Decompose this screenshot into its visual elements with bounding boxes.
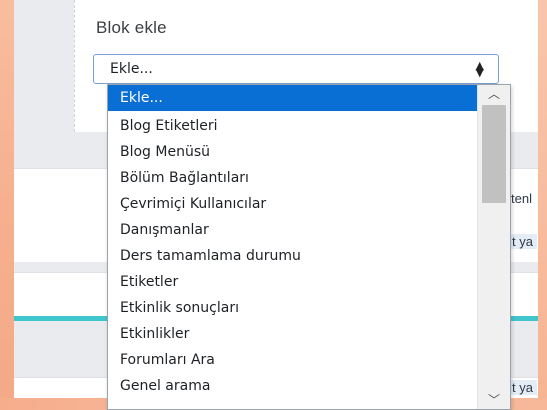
screen-frame-left bbox=[0, 0, 14, 410]
block-dropdown-list[interactable]: Ekle... Blog Etiketleri Blog Menüsü Bölü… bbox=[107, 84, 511, 410]
scrollbar-thumb[interactable] bbox=[482, 105, 506, 203]
dropdown-option[interactable]: Ders tamamlama durumu bbox=[108, 243, 478, 269]
dropdown-option[interactable]: Etkinlikler bbox=[108, 321, 478, 347]
partial-link[interactable]: t ya bbox=[508, 234, 537, 249]
dropdown-option[interactable]: Danışmanlar bbox=[108, 217, 478, 243]
dropdown-option[interactable]: Bölüm Bağlantıları bbox=[108, 165, 478, 191]
dropdown-option[interactable]: Çevrimiçi Kullanıcılar bbox=[108, 191, 478, 217]
partial-link[interactable]: t ya bbox=[508, 380, 537, 395]
select-arrows-icon: ▲ ▼ bbox=[475, 59, 484, 79]
dropdown-option[interactable]: Etkinlik sonuçları bbox=[108, 295, 478, 321]
add-block-select[interactable]: Ekle... ▲ ▼ bbox=[93, 54, 499, 84]
dropdown-option[interactable]: Etiketler bbox=[108, 269, 478, 295]
add-block-title: Blok ekle bbox=[96, 18, 167, 37]
dropdown-scrollbar[interactable]: ︿ ﹀ bbox=[477, 85, 510, 409]
chevron-up-icon[interactable]: ︿ bbox=[478, 85, 510, 103]
dropdown-option[interactable]: Blog Etiketleri bbox=[108, 113, 478, 139]
partial-text: tenl bbox=[511, 191, 532, 206]
dropdown-option[interactable]: Genel arama bbox=[108, 373, 478, 399]
dropdown-option[interactable]: Ekle... bbox=[108, 85, 478, 111]
screen-frame-right bbox=[538, 0, 547, 410]
dropdown-option[interactable]: Forumları Ara bbox=[108, 347, 478, 373]
dropdown-option[interactable]: Blog Menüsü bbox=[108, 139, 478, 165]
select-current-value: Ekle... bbox=[110, 61, 153, 77]
chevron-down-icon[interactable]: ﹀ bbox=[478, 391, 510, 409]
